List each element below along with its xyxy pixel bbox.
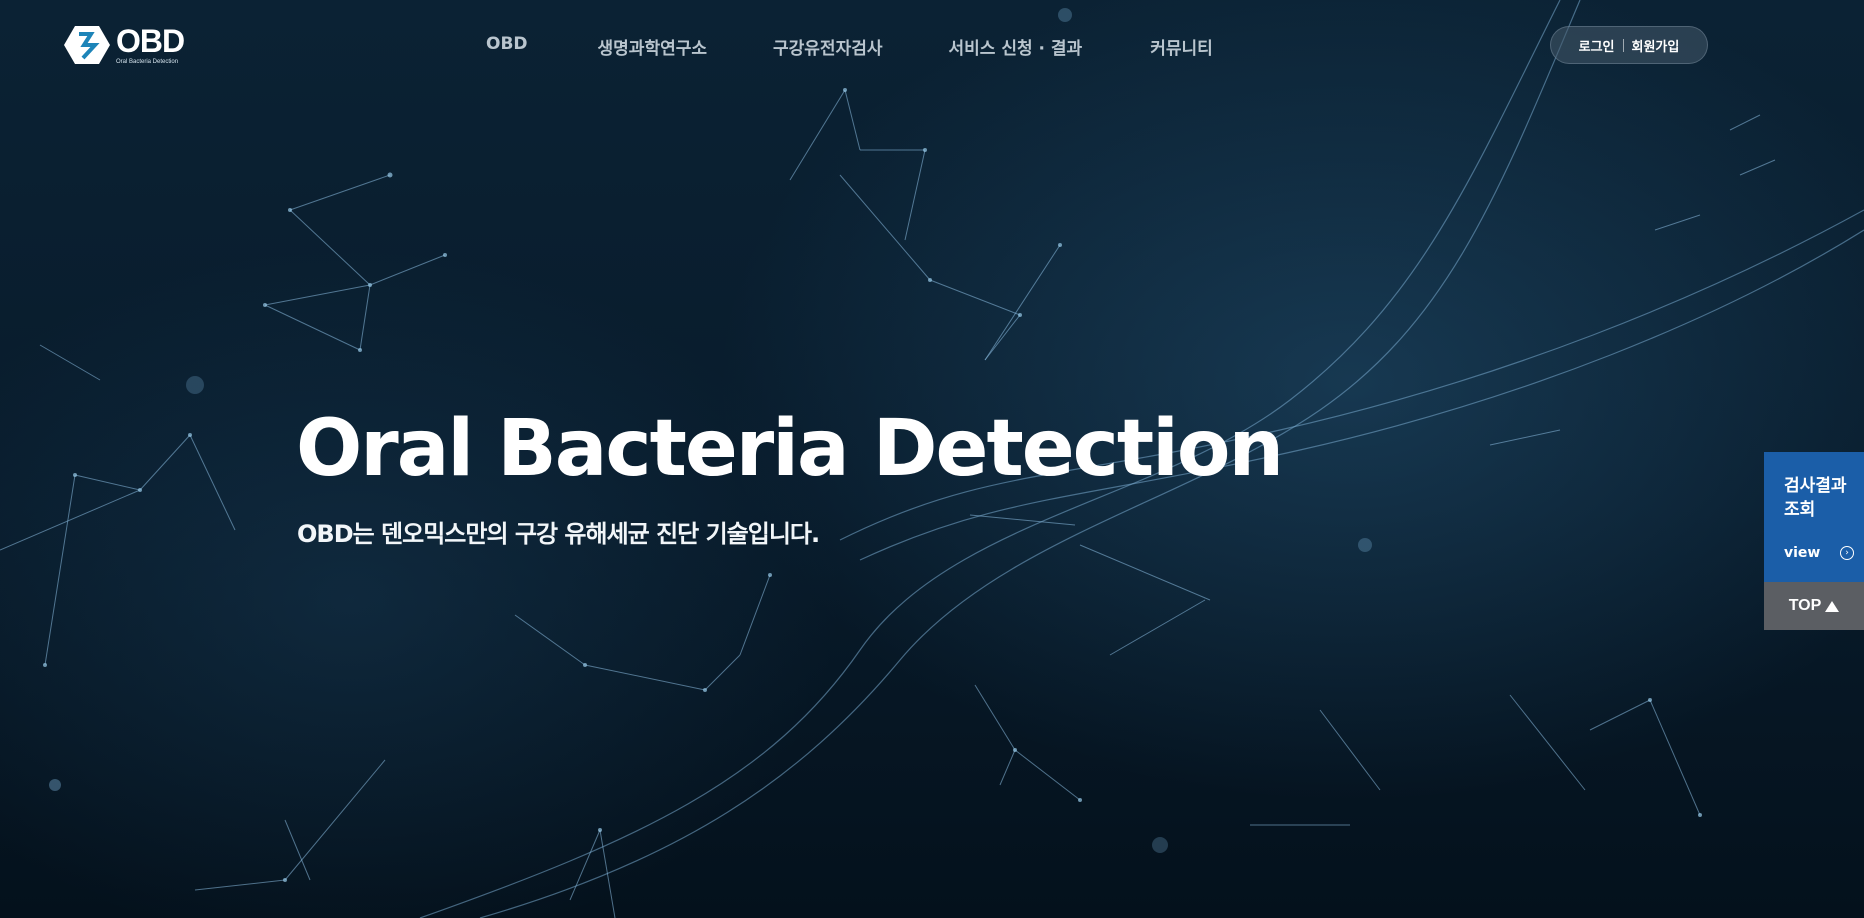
nav-item-oral-gene-test[interactable]: 구강유전자검사 (773, 34, 882, 59)
main-navigation: OBD 생명과학연구소 구강유전자검사 서비스 신청 · 결과 커뮤니티 (486, 34, 1213, 59)
arrow-right-circle-icon: › (1840, 546, 1854, 560)
logo-tagline: Oral Bacteria Detection (116, 59, 179, 65)
member-divider (1622, 38, 1624, 52)
nav-item-community[interactable]: 커뮤니티 (1150, 34, 1213, 59)
site-logo[interactable]: OBD Oral Bacteria Detection (64, 23, 185, 66)
result-lookup-button[interactable]: 검사결과 조회 view › (1764, 452, 1864, 582)
obd-logo-icon (64, 26, 110, 64)
logo-wordmark: OBD (116, 23, 185, 59)
member-menu: 로그인 회원가입 (1550, 26, 1708, 64)
top-label: TOP (1788, 597, 1822, 614)
nav-item-service-apply-result[interactable]: 서비스 신청 · 결과 (949, 34, 1083, 59)
hero-title: Oral Bacteria Detection (296, 404, 1284, 494)
hero-subtitle: OBD는 덴오믹스만의 구강 유해세균 진단 기술입니다. (297, 520, 820, 548)
login-link[interactable]: 로그인 (1579, 36, 1615, 55)
view-label: view (1784, 545, 1821, 561)
quick-menu: 검사결과 조회 view › TOP (1764, 452, 1864, 630)
join-link[interactable]: 회원가입 (1632, 36, 1680, 55)
nav-item-life-science-lab[interactable]: 생명과학연구소 (598, 34, 707, 59)
nav-item-obd[interactable]: OBD (486, 34, 528, 59)
result-lookup-title: 검사결과 조회 (1784, 476, 1847, 520)
scroll-top-button[interactable]: TOP (1764, 582, 1864, 630)
triangle-up-icon (1825, 600, 1840, 612)
